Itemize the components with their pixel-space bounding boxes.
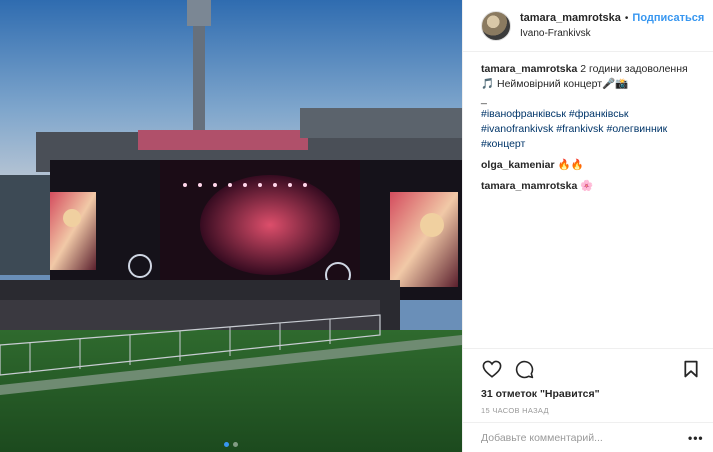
post-photo[interactable] xyxy=(0,0,462,452)
avatar[interactable] xyxy=(481,10,511,41)
concert-photo xyxy=(0,0,462,452)
hashtag[interactable]: #франківськ xyxy=(569,108,629,120)
hashtag[interactable]: #концерт xyxy=(481,138,525,150)
comment-input[interactable] xyxy=(481,431,688,444)
carousel-dot-active xyxy=(224,442,229,447)
caption: tamara_mamrotska 2 години задоволення 🎵 … xyxy=(481,62,701,152)
post-timestamp[interactable]: 15 часов назад xyxy=(481,406,702,415)
comment-username[interactable]: tamara_mamrotska xyxy=(481,180,577,192)
comments-list: tamara_mamrotska 2 години задоволення 🎵 … xyxy=(463,52,713,194)
author-username[interactable]: tamara_mamrotska xyxy=(520,11,621,26)
more-options-icon[interactable]: ••• xyxy=(688,431,703,445)
comment-text: 🔥🔥 xyxy=(557,159,584,171)
bookmark-icon xyxy=(684,360,698,378)
post-actions: 31 отметок "Нравится" 15 часов назад xyxy=(463,348,713,415)
save-button[interactable] xyxy=(680,358,702,380)
add-comment-bar: ••• xyxy=(463,422,713,452)
hashtag[interactable]: #іванофранківськ xyxy=(481,108,566,120)
location-link[interactable]: Ivano-Frankivsk xyxy=(520,26,704,41)
header-separator: • xyxy=(624,12,629,24)
hashtag[interactable]: #олегвинник xyxy=(606,123,667,135)
likes-count[interactable]: 31 отметок "Нравится" xyxy=(481,388,702,400)
header-text: tamara_mamrotska • Подписаться Ivano-Fra… xyxy=(520,11,704,41)
post-panel: tamara_mamrotska • Подписаться Ivano-Fra… xyxy=(462,0,713,452)
hashtag[interactable]: #ivanofrankivsk xyxy=(481,123,553,135)
comment-bubble-icon xyxy=(515,360,533,378)
caption-username[interactable]: tamara_mamrotska xyxy=(481,63,577,75)
heart-icon xyxy=(482,360,502,378)
follow-button[interactable]: Подписаться xyxy=(632,11,704,26)
comment-button[interactable] xyxy=(513,358,535,380)
like-button[interactable] xyxy=(481,358,503,380)
comment-text: 🌸 xyxy=(580,180,594,192)
carousel-dot[interactable] xyxy=(233,442,238,447)
post-header: tamara_mamrotska • Подписаться Ivano-Fra… xyxy=(463,0,713,52)
comment-item: olga_kameniar 🔥🔥 xyxy=(481,158,701,173)
hashtag[interactable]: #frankivsk xyxy=(556,123,603,135)
comment-item: tamara_mamrotska 🌸 xyxy=(481,179,701,194)
carousel-indicator xyxy=(0,442,462,447)
comment-username[interactable]: olga_kameniar xyxy=(481,159,555,171)
hashtag-list: #іванофранківськ #франківськ #ivanofrank… xyxy=(481,107,701,152)
caption-dash: _ xyxy=(481,93,487,105)
